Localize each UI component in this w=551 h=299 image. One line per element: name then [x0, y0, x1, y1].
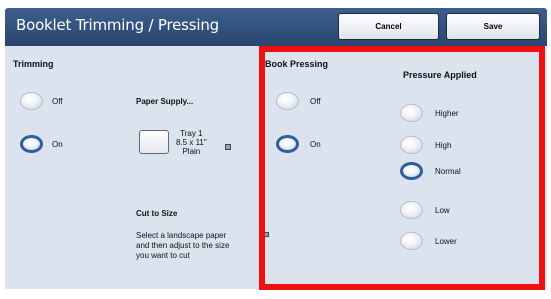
- save-button[interactable]: Save: [446, 13, 540, 40]
- pressure-low-radio[interactable]: [400, 201, 423, 219]
- pressure-lower-label: Lower: [435, 237, 457, 246]
- trimming-label: Trimming: [13, 59, 54, 69]
- pressure-higher-radio[interactable]: [400, 104, 423, 122]
- paper-color-swatch-icon: [225, 144, 231, 150]
- pressure-normal-label: Normal: [435, 167, 461, 176]
- pressure-higher-label: Higher: [435, 109, 459, 118]
- book-pressing-label: Book Pressing: [265, 59, 329, 69]
- pressure-lower-radio[interactable]: [400, 232, 423, 250]
- pressure-high-radio[interactable]: [400, 136, 423, 154]
- book-pressing-off-radio[interactable]: [276, 92, 299, 110]
- paper-supply-label: Paper Supply...: [136, 97, 194, 106]
- page-title: Booklet Trimming / Pressing: [16, 16, 219, 34]
- settings-panel: [5, 46, 547, 289]
- cut-to-size-description: Select a landscape paper and then adjust…: [136, 231, 230, 260]
- tray-name: Tray 1: [180, 129, 203, 138]
- paper-type: Plain: [182, 147, 201, 156]
- trimming-off-radio[interactable]: [20, 92, 43, 110]
- book-pressing-on-label: On: [310, 140, 321, 149]
- title-bar: Booklet Trimming / Pressing Cancel Save: [5, 8, 547, 46]
- paper-supply-button[interactable]: [139, 130, 169, 154]
- trimming-on-radio[interactable]: [20, 135, 43, 153]
- paper-supply-info: Tray 1 8.5 x 11" Plain: [176, 129, 207, 156]
- book-pressing-off-label: Off: [310, 97, 321, 106]
- trimming-off-label: Off: [52, 97, 63, 106]
- pressure-applied-label: Pressure Applied: [403, 70, 477, 80]
- info-marker-icon: [264, 232, 269, 237]
- pressure-high-label: High: [435, 141, 452, 150]
- cut-to-size-label: Cut to Size: [136, 209, 178, 218]
- pressure-normal-radio[interactable]: [400, 162, 423, 180]
- pressure-low-label: Low: [435, 206, 450, 215]
- paper-size: 8.5 x 11": [176, 138, 207, 147]
- cancel-button[interactable]: Cancel: [338, 13, 439, 40]
- trimming-on-label: On: [52, 140, 63, 149]
- book-pressing-on-radio[interactable]: [276, 135, 299, 153]
